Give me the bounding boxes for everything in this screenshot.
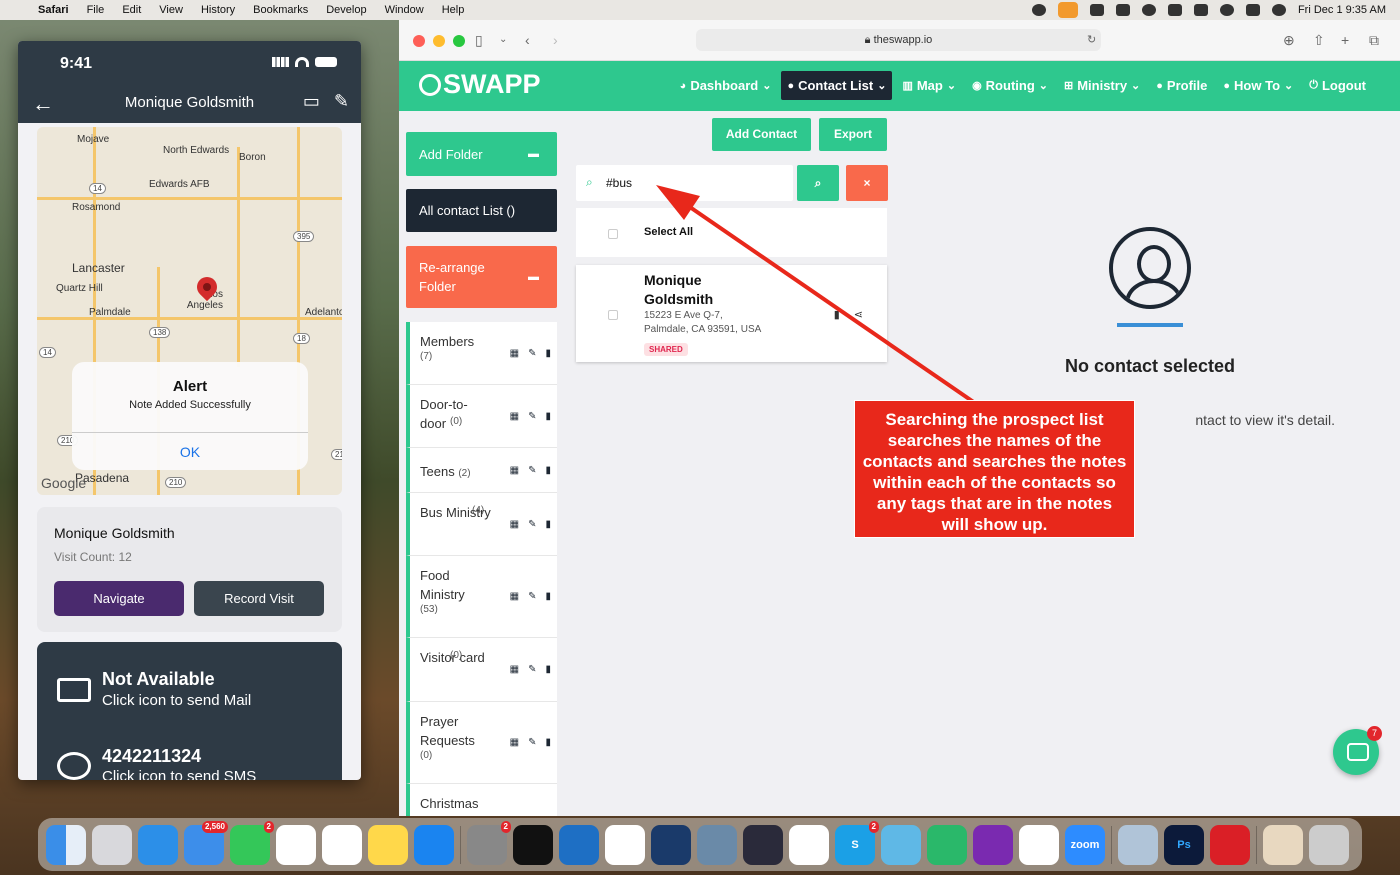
dock: 2,560 2 2 S2 zoom Ps (38, 818, 1362, 871)
launchpad-icon[interactable] (92, 824, 132, 865)
xcode-icon[interactable] (605, 824, 645, 865)
arrow-shaft (682, 201, 977, 405)
preview-icon[interactable] (1118, 824, 1158, 865)
chat-badge: 7 (1367, 726, 1382, 741)
dock-separator (1256, 825, 1257, 864)
settings-badge: 2 (500, 820, 511, 833)
reminders-icon[interactable] (276, 824, 316, 865)
onenote-icon[interactable] (973, 824, 1013, 865)
proxyman-icon[interactable] (697, 824, 737, 865)
dock-separator (460, 825, 461, 864)
messages-badge: 2 (263, 820, 274, 833)
skype-badge: 2 (868, 820, 879, 833)
messages-icon[interactable]: 2 (230, 820, 274, 865)
zoom-icon[interactable]: zoom (1065, 824, 1105, 865)
finder-icon[interactable] (46, 824, 86, 865)
vscode-icon[interactable] (559, 824, 599, 865)
annotation-arrow (656, 185, 977, 405)
chat-button[interactable]: 7 (1333, 726, 1382, 775)
notes-icon[interactable] (368, 824, 408, 865)
safari-icon[interactable] (138, 824, 178, 865)
calendar-icon[interactable] (322, 824, 362, 865)
zoom-label: zoom (1070, 838, 1100, 851)
system-settings-icon[interactable]: 2 (467, 820, 511, 865)
davinci-icon[interactable] (743, 824, 783, 865)
annotation-callout: Searching the prospect list searches the… (854, 400, 1135, 538)
quicktime-icon[interactable] (881, 824, 921, 865)
skype-icon[interactable]: S2 (835, 820, 879, 865)
trash-icon[interactable] (1309, 824, 1349, 865)
creative-cloud-icon[interactable] (1210, 824, 1250, 865)
slack-icon[interactable] (1019, 824, 1059, 865)
dock-separator (1111, 825, 1112, 864)
chatgpt-icon[interactable] (651, 824, 691, 865)
app-store-icon[interactable] (414, 824, 454, 865)
app-icon[interactable] (927, 824, 967, 865)
terminal-icon[interactable] (513, 824, 553, 865)
chrome-icon[interactable] (789, 824, 829, 865)
skype-letter: S (851, 838, 859, 851)
photoshop-label: Ps (1177, 838, 1191, 851)
mail-app-icon[interactable]: 2,560 (184, 820, 228, 865)
downloads-stack-icon[interactable] (1263, 824, 1303, 865)
arrow-head (656, 185, 700, 220)
mail-badge: 2,560 (201, 820, 228, 833)
photoshop-icon[interactable]: Ps (1164, 824, 1204, 865)
